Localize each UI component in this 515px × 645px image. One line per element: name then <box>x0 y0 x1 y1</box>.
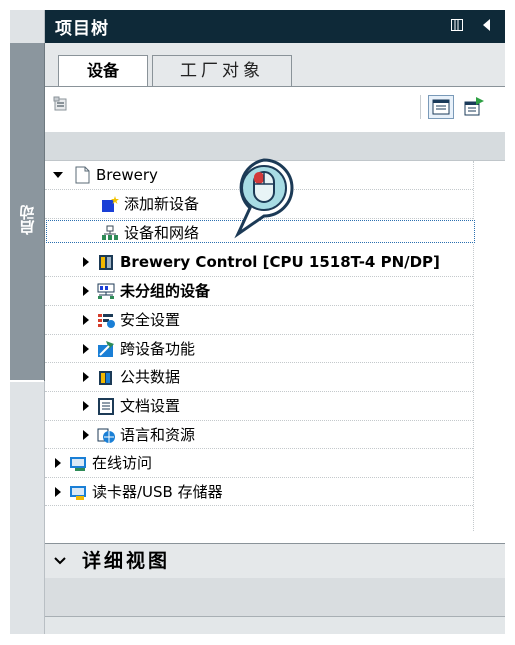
tree-item-languages-resources[interactable]: 语言和资源 <box>81 420 195 449</box>
collapse-panel-icon[interactable] <box>481 18 491 32</box>
collapsed-arrow-icon[interactable] <box>81 370 91 384</box>
overview-button[interactable] <box>428 95 454 119</box>
tree-item-brewery-control[interactable]: Brewery Control [CPU 1518T-4 PN/DP] <box>81 247 440 276</box>
tree-item-label: Brewery Control [CPU 1518T-4 PN/DP] <box>120 252 440 271</box>
tree-item-label: 设备和网络 <box>124 224 200 242</box>
tree-item-common-data[interactable]: 公共数据 <box>81 362 180 391</box>
chevron-down-icon[interactable] <box>53 556 67 566</box>
common-data-icon <box>99 370 112 385</box>
tree-item-label: 安全设置 <box>120 311 181 329</box>
ungrouped-devices-icon <box>97 283 115 299</box>
start-strip-label[interactable]: 启动 <box>10 190 44 250</box>
collapsed-arrow-icon[interactable] <box>81 255 91 269</box>
tree-item-document-settings[interactable]: 文档设置 <box>81 391 180 420</box>
tab-devices[interactable]: 设备 <box>58 55 148 88</box>
collapsed-arrow-icon[interactable] <box>81 313 91 327</box>
toolbar-separator <box>420 95 421 119</box>
tree-bottom-space <box>45 531 505 543</box>
overview-icon <box>432 99 450 115</box>
tree-item-devices-and-networks[interactable]: 设备和网络 <box>101 218 199 247</box>
start-strip-divider <box>10 380 44 382</box>
tree-column-divider <box>473 161 475 531</box>
online-access-icon <box>70 456 86 471</box>
security-icon <box>98 313 115 328</box>
tree-item-label: 读卡器/USB 存储器 <box>92 483 223 501</box>
collapsed-arrow-icon[interactable] <box>53 456 63 470</box>
tree-item-label: 语言和资源 <box>120 426 196 444</box>
project-tree-titlebar <box>45 10 505 43</box>
device-properties-icon[interactable] <box>53 96 69 112</box>
plc-icon <box>99 254 113 270</box>
detail-view-footer <box>45 617 505 634</box>
tree-item-label: Brewery <box>96 165 158 184</box>
tree-item-label: 文档设置 <box>120 397 181 415</box>
minimize-panel-icon[interactable] <box>451 19 463 31</box>
card-reader-icon <box>70 485 86 500</box>
tree-item-security-settings[interactable]: 安全设置 <box>81 305 180 334</box>
tree-item-cross-device-functions[interactable]: 跨设备功能 <box>81 334 195 363</box>
project-icon <box>75 166 90 183</box>
add-device-icon <box>102 195 119 212</box>
double-click-hint-icon <box>234 158 294 239</box>
cross-device-icon <box>98 340 114 357</box>
tree-item-label: 在线访问 <box>92 454 153 472</box>
tab-plant-objects[interactable]: 工厂对象 <box>152 55 292 88</box>
document-settings-icon <box>98 397 114 415</box>
collapsed-arrow-icon[interactable] <box>81 342 91 356</box>
tree-item-label: 添加新设备 <box>124 195 200 213</box>
tree-item-brewery[interactable]: Brewery <box>53 160 158 189</box>
collapsed-arrow-icon[interactable] <box>81 284 91 298</box>
expanded-arrow-icon[interactable] <box>53 168 63 182</box>
tree-item-label: 公共数据 <box>120 368 181 386</box>
network-icon <box>102 225 118 240</box>
tree-item-card-reader-usb[interactable]: 读卡器/USB 存储器 <box>53 477 223 506</box>
add-new-device-toolbar-icon[interactable] <box>463 96 485 118</box>
tree-item-label: 未分组的设备 <box>120 282 211 300</box>
tree-item-add-new-device[interactable]: 添加新设备 <box>101 189 199 218</box>
detail-view-content <box>45 578 505 617</box>
panel-title: 项目树 <box>55 19 109 39</box>
collapsed-arrow-icon[interactable] <box>81 399 91 413</box>
tree-item-online-access[interactable]: 在线访问 <box>53 448 152 477</box>
detail-view-title: 详细视图 <box>82 550 171 572</box>
tree-item-label: 跨设备功能 <box>120 340 196 358</box>
collapsed-arrow-icon[interactable] <box>53 485 63 499</box>
language-icon <box>97 428 115 443</box>
tree-item-ungrouped-devices[interactable]: 未分组的设备 <box>81 276 210 305</box>
collapsed-arrow-icon[interactable] <box>81 428 91 442</box>
